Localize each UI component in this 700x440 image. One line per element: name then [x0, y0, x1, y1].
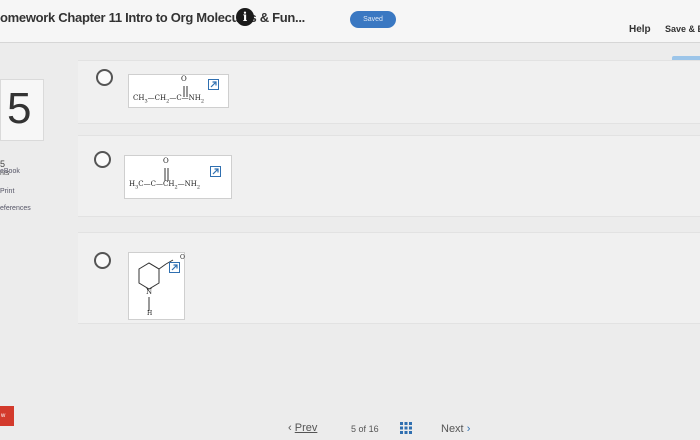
structure-3-ring-hydrogen: H [147, 310, 153, 317]
formula-part: —C—NH [169, 94, 201, 102]
formula-part: —CH [147, 94, 167, 102]
next-button[interactable]: Next › [441, 423, 470, 435]
top-bar: omework Chapter 11 Intro to Org Molecule… [0, 0, 700, 43]
structure-2-formula: H3C—C—CH2—NH2 [129, 180, 200, 190]
references-link[interactable]: eferences [0, 205, 31, 212]
structure-3-top-atom: O [180, 254, 185, 261]
chevron-right-icon: › [466, 423, 471, 435]
page-of: of [358, 424, 367, 434]
expand-icon[interactable] [210, 166, 221, 177]
next-label: Next [441, 423, 464, 435]
structure-card-3: N H O [128, 252, 185, 320]
question-number: 5 [7, 84, 32, 133]
page-total: 16 [368, 424, 379, 434]
expand-icon[interactable] [169, 262, 180, 273]
prev-label: Prev [294, 422, 318, 434]
assignment-title: omework Chapter 11 Intro to Org Molecule… [0, 10, 305, 25]
help-link[interactable]: Help [629, 24, 651, 35]
ebook-link[interactable]: eBook [0, 168, 20, 175]
structure-card-2: O H3C—C—CH2—NH2 [124, 155, 232, 199]
answer-radio-1[interactable] [96, 69, 113, 86]
prev-button[interactable]: ‹ Prev [288, 422, 317, 434]
question-number-box: 5 [0, 79, 44, 141]
formula-subscript: 2 [196, 184, 201, 191]
formula-part: —NH [177, 180, 197, 188]
structure-1-top-atom: O [181, 75, 187, 83]
info-icon[interactable]: i [236, 8, 254, 26]
structure-2-drawing [164, 168, 169, 181]
formula-part: CH [133, 94, 145, 102]
expand-icon[interactable] [208, 79, 219, 90]
save-exit-link[interactable]: Save & E [665, 24, 700, 34]
answer-radio-3[interactable] [94, 252, 111, 269]
grid-icon[interactable] [400, 422, 412, 434]
page-current: 5 [351, 424, 357, 434]
saved-status-badge: Saved [350, 11, 396, 28]
chevron-left-icon: ‹ [288, 422, 292, 434]
page-indicator: 5 of 16 [351, 424, 379, 434]
formula-part: C—C—CH [138, 180, 175, 188]
answer-radio-2[interactable] [94, 151, 111, 168]
structure-3-ring-atom: N [146, 288, 153, 296]
structure-1-formula: CH3—CH2—C—NH2 [133, 94, 204, 104]
formula-subscript: 2 [200, 98, 205, 105]
bottom-navigation: ‹ Prev 5 of 16 Next › [0, 410, 700, 440]
structure-card-1: O CH3—CH2—C—NH2 [128, 74, 229, 108]
print-link[interactable]: Print [0, 188, 14, 195]
question-sidebar: 5 5 nts eBook Print eferences w [0, 43, 50, 440]
structure-2-top-atom: O [163, 157, 169, 165]
